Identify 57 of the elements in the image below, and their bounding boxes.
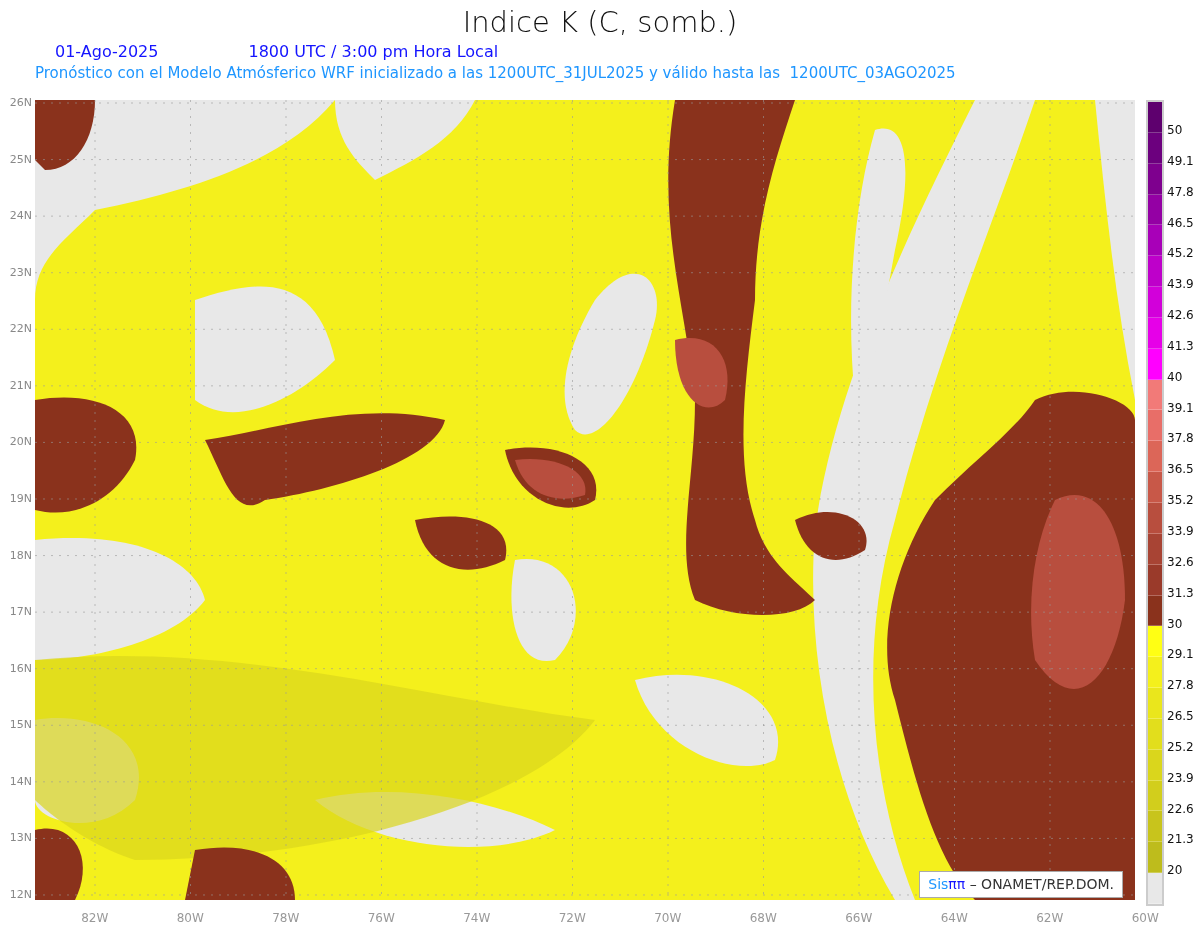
latitude-label: 23N (8, 264, 33, 281)
latitude-label: 12N (8, 886, 33, 903)
latitude-label: 14N (8, 773, 33, 790)
colorbar-label: 43.9 (1167, 276, 1194, 294)
longitude-label: 76W (366, 910, 396, 927)
colorbar-label: 35.2 (1167, 492, 1194, 510)
colorbar-label: 30 (1167, 615, 1184, 633)
colorbar-label: 39.1 (1167, 399, 1194, 417)
colorbar-label: 36.5 (1167, 461, 1194, 479)
colorbar-label: 41.3 (1167, 337, 1194, 355)
chart-title: Indice K (C, somb.) (462, 4, 738, 41)
forecast-time: 1800 UTC / 3:00 pm Hora Local (248, 42, 499, 62)
colorbar-label: 25.2 (1167, 738, 1194, 756)
colorbar-label: 46.5 (1167, 214, 1194, 232)
colorbar-label: 29.1 (1167, 646, 1194, 664)
colorbar-label: 26.5 (1167, 708, 1194, 726)
colorbar-label: 31.3 (1167, 584, 1194, 602)
latitude-label: 26N (8, 95, 33, 111)
colorbar-label: 42.6 (1167, 307, 1194, 325)
colorbar-label: 22.6 (1167, 800, 1194, 818)
longitude-label: 64W (939, 910, 969, 927)
longitude-label: 74W (462, 910, 492, 927)
colorbar-label: 40 (1167, 368, 1184, 386)
latitude-label: 25N (8, 151, 33, 168)
colorbar-label: 49.1 (1167, 152, 1194, 170)
latitude-label: 21N (8, 377, 33, 394)
colorbar-label: 45.2 (1167, 245, 1194, 263)
forecast-date: 01-Ago-2025 (55, 42, 159, 62)
colorbar-label: 47.8 (1167, 183, 1194, 201)
colorbar-label: 33.9 (1167, 522, 1194, 540)
latitude-label: 18N (8, 547, 33, 564)
forecast-subtitle: Pronóstico con el Modelo Atmósferico WRF inicializado a las 1200UTC_31JUL2025 y válido hasta las 1200UTC_03AGO2025 (34, 63, 957, 84)
colorbar-label: 21.3 (1167, 831, 1194, 849)
colorbar-label: 32.6 (1167, 553, 1194, 571)
credit-label: Sisππ – ONAMET/REP.DOM. (919, 871, 1123, 898)
longitude-label: 62W (1035, 910, 1065, 927)
colorbar-label: 23.9 (1167, 769, 1194, 787)
latitude-label: 24N (8, 208, 33, 225)
longitude-label: 66W (844, 910, 874, 927)
longitude-label: 70W (653, 910, 683, 927)
latitude-label: 13N (8, 830, 33, 847)
colorbar-label: 27.8 (1167, 677, 1194, 695)
longitude-label: 78W (271, 910, 301, 927)
longitude-label: 80W (175, 910, 205, 927)
colorbar-label: 20 (1167, 862, 1184, 880)
latitude-label: 19N (8, 490, 33, 507)
longitude-label: 60W (1130, 910, 1160, 927)
longitude-label: 82W (80, 910, 110, 927)
colorbar-label: 50 (1167, 122, 1184, 139)
longitude-label: 72W (557, 910, 587, 927)
latitude-label: 15N (8, 717, 33, 734)
latitude-label: 17N (8, 604, 33, 621)
latitude-label: 22N (8, 321, 33, 338)
colorbar-label: 37.8 (1167, 430, 1194, 448)
longitude-label: 68W (748, 910, 778, 927)
latitude-label: 16N (8, 660, 33, 677)
latitude-label: 20N (8, 434, 33, 451)
